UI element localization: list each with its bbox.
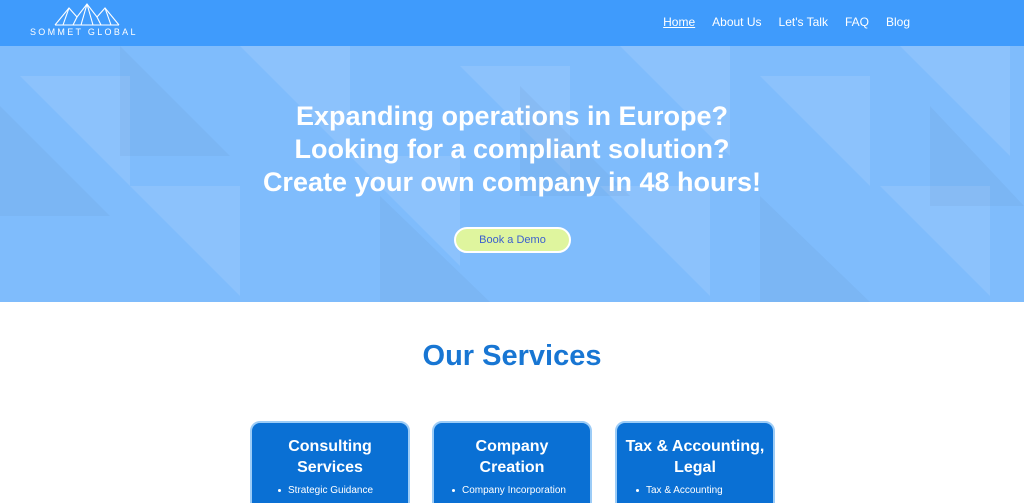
- list-item: Company Incorporation: [452, 484, 590, 498]
- card-title-line: Services: [297, 459, 363, 476]
- nav-blog[interactable]: Blog: [886, 14, 910, 30]
- card-list: Company Incorporation: [452, 484, 590, 498]
- card-title: Company Creation: [434, 436, 590, 478]
- card-title-line: Creation: [479, 459, 545, 476]
- hero-line: Create your own company in 48 hours!: [262, 167, 762, 197]
- hero-section: Expanding operations in Europe? Looking …: [0, 46, 1024, 302]
- card-title-line: Tax & Accounting,: [625, 438, 765, 455]
- logo[interactable]: SOMMET GLOBAL: [30, 2, 150, 42]
- service-card-consulting[interactable]: Consulting Services Strategic Guidance: [250, 421, 410, 503]
- nav-lets-talk[interactable]: Let's Talk: [779, 14, 828, 30]
- nav-about-us[interactable]: About Us: [712, 14, 761, 30]
- book-demo-button[interactable]: Book a Demo: [454, 227, 571, 253]
- services-title: Our Services: [422, 340, 602, 372]
- hero-heading: Expanding operations in Europe? Looking …: [0, 100, 1024, 199]
- nav-faq[interactable]: FAQ: [845, 14, 869, 30]
- card-list: Tax & Accounting: [636, 484, 773, 498]
- card-title-line: Company: [475, 438, 549, 455]
- card-title: Consulting Services: [252, 436, 408, 478]
- hero-line: Looking for a compliant solution?: [294, 134, 730, 164]
- list-item: Tax & Accounting: [636, 484, 773, 498]
- nav-home[interactable]: Home: [663, 14, 695, 30]
- main-nav: Home About Us Let's Talk FAQ Blog: [663, 14, 910, 30]
- card-title-line: Legal: [674, 459, 716, 476]
- card-title-line: Consulting: [288, 438, 372, 455]
- brand-name: SOMMET GLOBAL: [30, 27, 138, 37]
- service-card-tax-accounting-legal[interactable]: Tax & Accounting, Legal Tax & Accounting: [615, 421, 775, 503]
- card-list: Strategic Guidance: [278, 484, 408, 498]
- service-card-company-creation[interactable]: Company Creation Company Incorporation: [432, 421, 592, 503]
- mountains-icon: [54, 3, 120, 26]
- hero-line: Expanding operations in Europe?: [295, 101, 729, 131]
- card-title: Tax & Accounting, Legal: [617, 436, 773, 478]
- site-header: SOMMET GLOBAL Home About Us Let's Talk F…: [0, 0, 1024, 46]
- list-item: Strategic Guidance: [278, 484, 408, 498]
